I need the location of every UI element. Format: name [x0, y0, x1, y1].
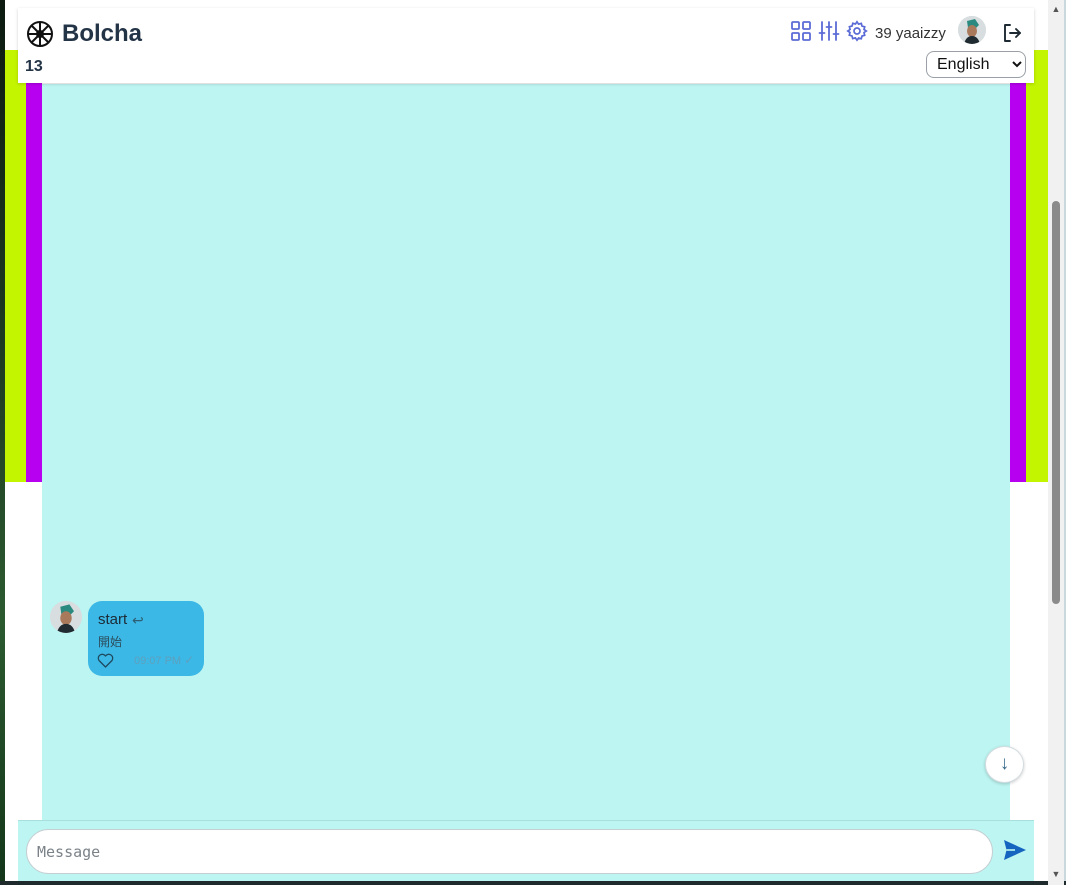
avatar-image: [50, 601, 82, 633]
avatar-image: [958, 16, 986, 44]
decor-stripe-purple-left: [26, 50, 42, 482]
message-bubble[interactable]: start ↩ 開始 09:07 PM ✓: [88, 601, 204, 676]
read-check-icon: ✓: [184, 653, 195, 667]
send-icon[interactable]: [1003, 839, 1027, 861]
scroll-up-arrow-icon[interactable]: ▲: [1048, 2, 1064, 16]
message-avatar[interactable]: [50, 601, 82, 633]
app-header: Bolcha 13 39 yaaizzy English: [18, 8, 1034, 83]
decor-stripe-purple-right: [1010, 50, 1026, 482]
composer-bar: [18, 820, 1034, 883]
sliders-icon[interactable]: [818, 20, 840, 42]
chat-message-area[interactable]: [42, 84, 1010, 820]
scroll-down-arrow-icon[interactable]: ▼: [1048, 867, 1064, 881]
message-text: start: [98, 611, 128, 628]
decor-stripe-lime-right: [1026, 50, 1048, 482]
decor-stripe-lime-left: [5, 50, 26, 482]
grid-icon[interactable]: [790, 20, 812, 42]
logout-icon[interactable]: [1001, 22, 1023, 44]
reply-icon[interactable]: ↩: [132, 612, 144, 629]
app-title: Bolcha: [62, 20, 143, 47]
room-count: 13: [25, 58, 43, 75]
avatar[interactable]: [958, 16, 986, 44]
message-input[interactable]: [26, 829, 993, 874]
gear-icon[interactable]: [846, 20, 868, 42]
scroll-to-bottom-button[interactable]: ↓: [985, 746, 1024, 783]
message-time: 09:07 PM: [134, 655, 182, 667]
taskbar-edge: [0, 881, 1066, 885]
scrollbar-thumb[interactable]: [1052, 201, 1060, 604]
language-select[interactable]: English: [926, 51, 1026, 78]
message-translation: 開始: [98, 635, 123, 649]
heart-icon[interactable]: [97, 653, 114, 668]
user-label: 39 yaaizzy: [875, 25, 946, 42]
logo-icon: [27, 21, 53, 47]
